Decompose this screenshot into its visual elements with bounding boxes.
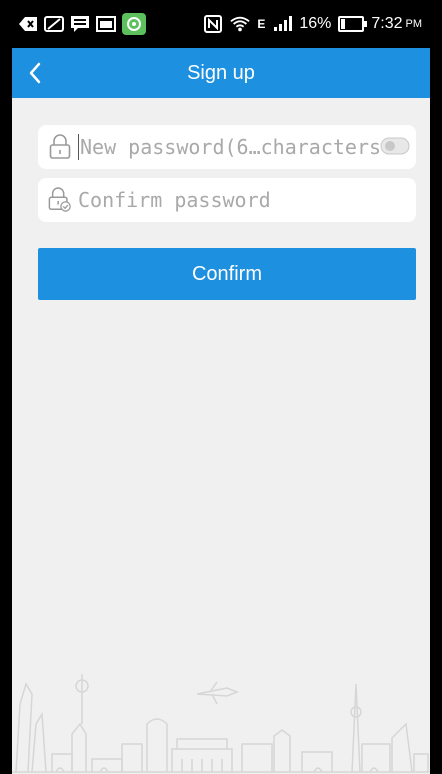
message-icon	[70, 15, 90, 33]
eye-toggle-icon[interactable]	[380, 136, 410, 156]
app-header: Sign up	[12, 48, 430, 98]
confirm-password-input[interactable]	[72, 188, 378, 212]
phone-screen: E 16% 7:32 PM Sign up Confirm	[12, 0, 430, 774]
lock-check-icon	[48, 186, 72, 214]
wifi-app-icon	[122, 13, 146, 35]
back-key-icon	[18, 15, 38, 33]
back-chevron-icon	[29, 62, 41, 84]
signal-strength-icon	[272, 15, 293, 33]
status-notifications	[12, 13, 146, 35]
clock-ampm: PM	[405, 18, 423, 30]
page-title: Sign up	[187, 62, 255, 84]
clock-time: 7:32	[371, 15, 403, 32]
no-sim-icon	[44, 15, 64, 33]
city-skyline-illustration	[12, 674, 430, 773]
network-type-label: E	[257, 17, 266, 31]
back-button[interactable]	[18, 56, 52, 90]
confirm-button[interactable]: Confirm	[38, 248, 416, 300]
status-bar: E 16% 7:32 PM	[12, 0, 430, 48]
confirm-password-field[interactable]	[38, 178, 416, 222]
new-password-field[interactable]	[38, 125, 416, 169]
battery-level	[341, 19, 345, 29]
wifi-icon	[230, 15, 250, 33]
nfc-icon	[203, 15, 223, 33]
battery-icon	[338, 16, 368, 32]
lock-icon	[48, 133, 72, 161]
image-icon	[96, 15, 116, 33]
new-password-input[interactable]	[79, 135, 380, 159]
status-system: E 16% 7:32 PM	[203, 15, 430, 33]
battery-percent: 16%	[299, 15, 332, 32]
